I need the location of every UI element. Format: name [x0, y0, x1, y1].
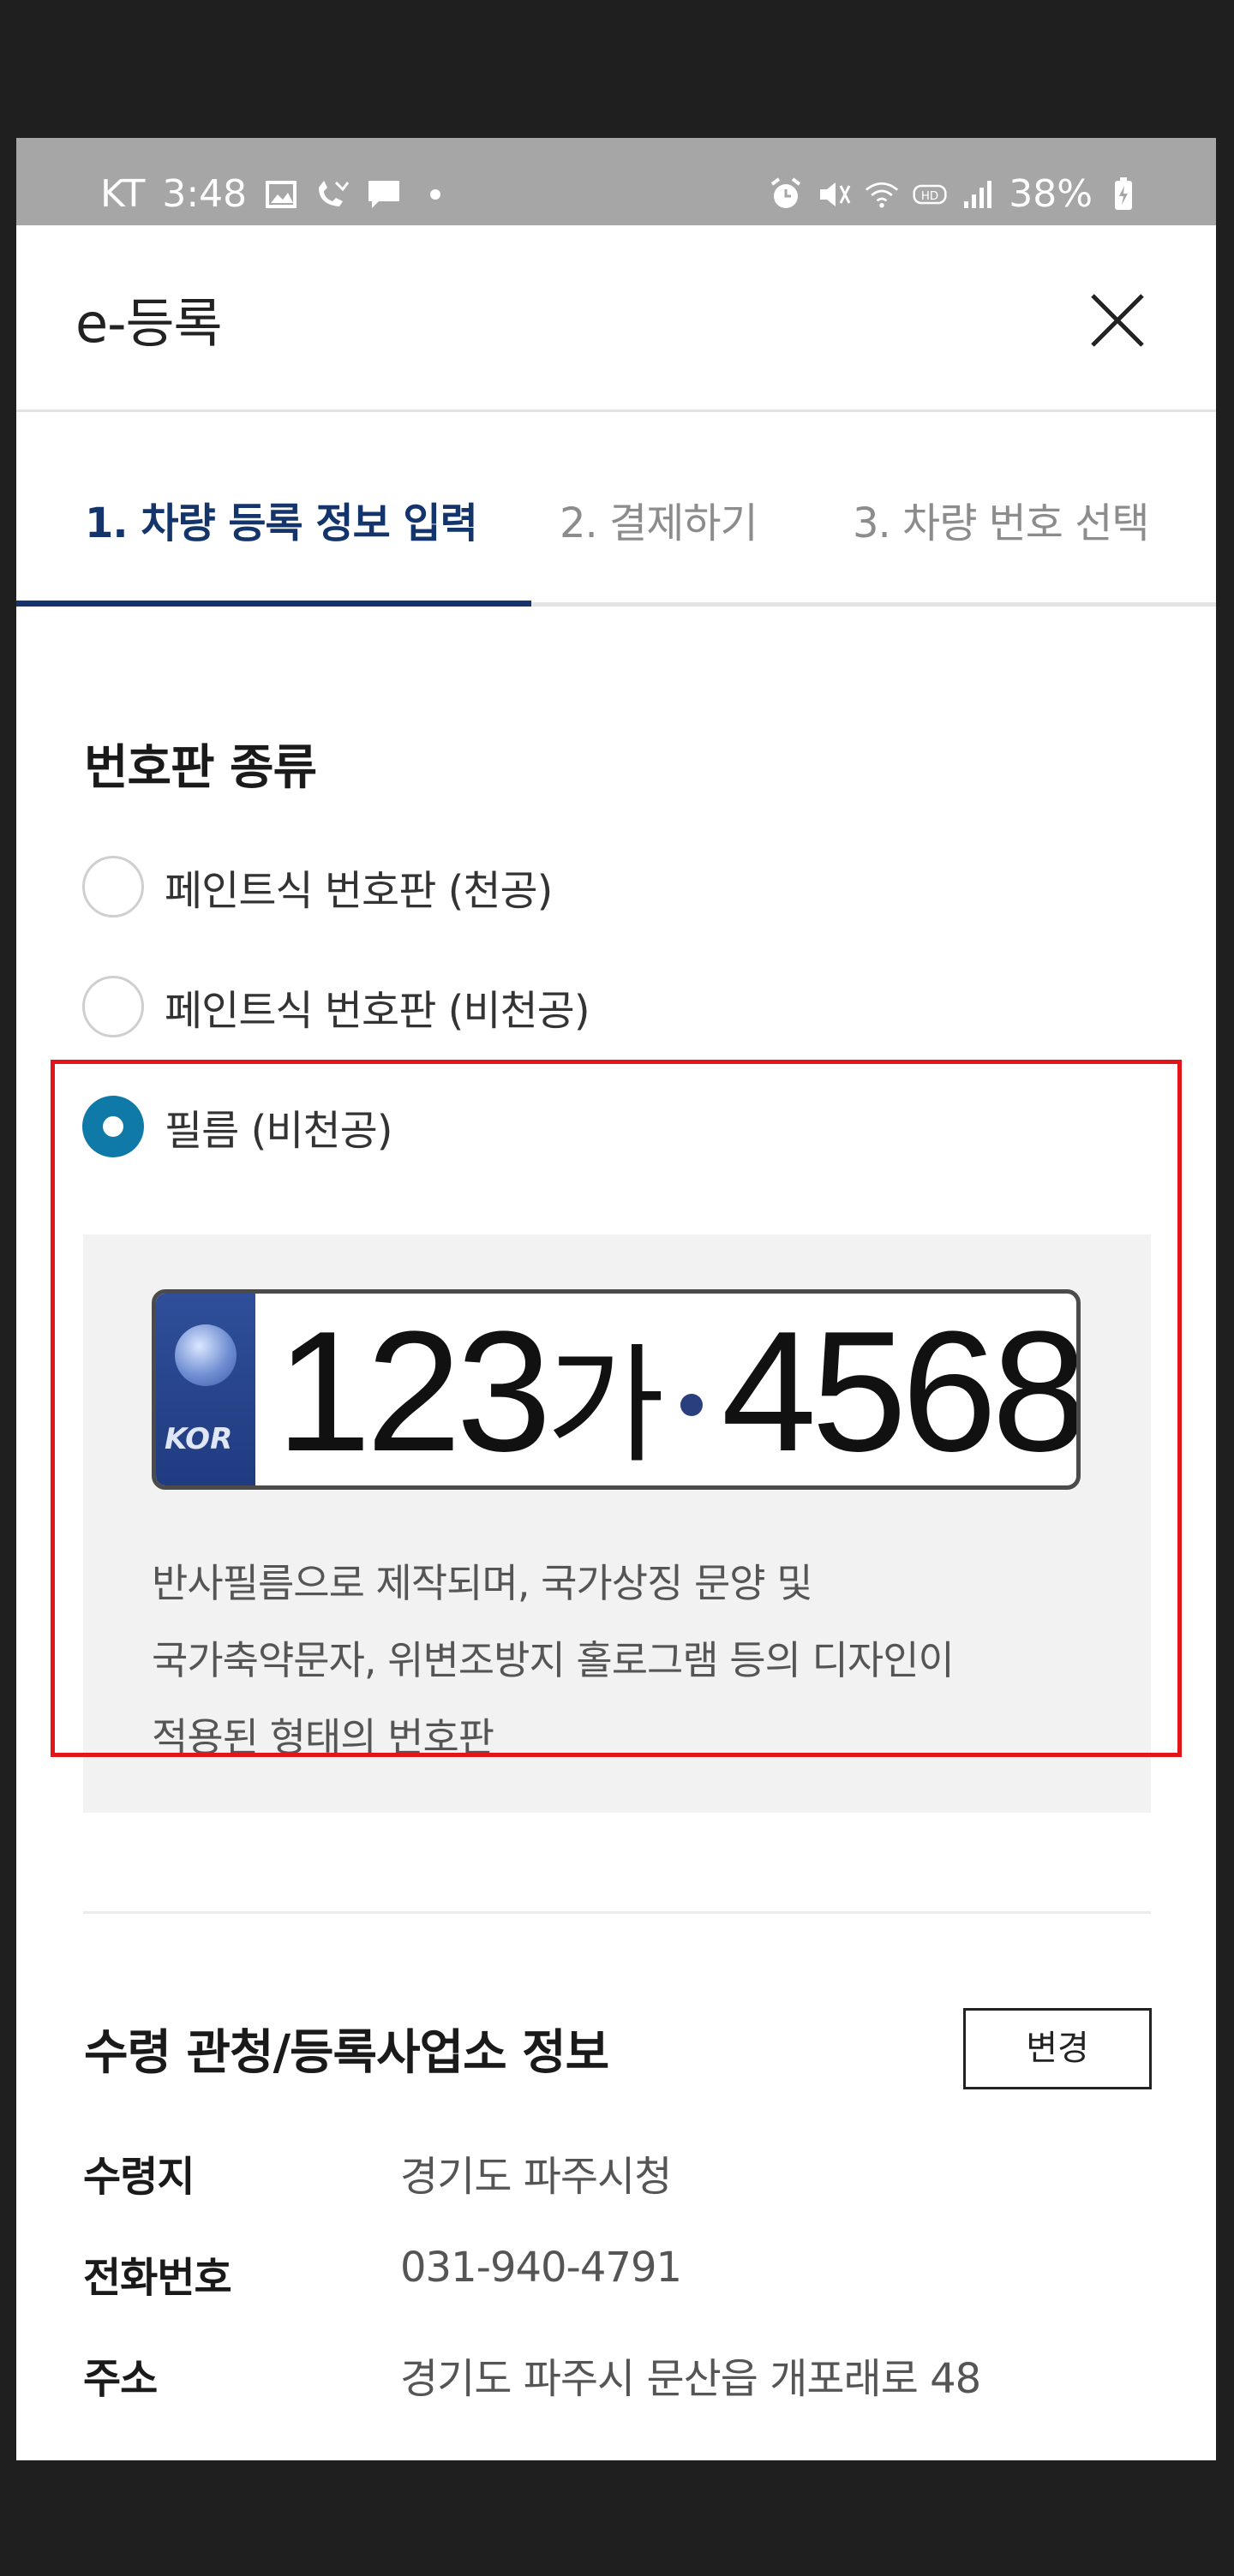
battery-icon [1106, 176, 1141, 212]
status-right: HD 38% [769, 172, 1141, 216]
message-icon [367, 177, 401, 212]
close-icon [1091, 294, 1144, 347]
time-label: 3:48 [162, 172, 248, 216]
hd-icon: HD [913, 177, 947, 212]
section-divider [83, 1911, 1151, 1914]
wifi-icon [865, 177, 899, 212]
notification-dot-icon [430, 188, 441, 200]
svg-text:HD: HD [921, 189, 938, 202]
radio-icon[interactable] [82, 976, 144, 1037]
tab-step-1[interactable]: 1. 차량 등록 정보 입력 [85, 489, 478, 549]
alarm-icon [769, 176, 803, 212]
phone-screen: KT 3:48 HD 38% e-등록 1. 차량 등록 정보 입력 2. 결제… [16, 138, 1216, 2460]
info-label: 주소 [83, 2355, 158, 2403]
plate-option-painted-non-perforated[interactable]: 페인트식 번호판 (비천공) [82, 976, 590, 1037]
battery-label: 38% [1009, 172, 1093, 216]
image-icon [264, 177, 298, 212]
radio-icon[interactable] [82, 856, 144, 917]
tab-step-3[interactable]: 3. 차량 번호 선택 [853, 489, 1150, 549]
app-header: e-등록 [16, 225, 1216, 412]
radio-label: 페인트식 번호판 (비천공) [165, 987, 590, 1035]
info-value: 경기도 파주시청 [400, 2153, 672, 2201]
carrier-label: KT [100, 172, 146, 216]
status-bar: KT 3:48 HD 38% [16, 138, 1216, 225]
plate-type-title: 번호판 종류 [84, 740, 317, 796]
info-label: 수령지 [83, 2153, 195, 2201]
info-label: 전화번호 [83, 2254, 232, 2302]
close-button[interactable] [1089, 292, 1146, 349]
step-tabs: 1. 차량 등록 정보 입력 2. 결제하기 3. 차량 번호 선택 [16, 412, 1216, 607]
page-title: e-등록 [75, 292, 223, 355]
office-info-title: 수령 관청/등록사업소 정보 [84, 2025, 609, 2081]
info-value: 031-940-4791 [400, 2244, 682, 2292]
radio-label: 페인트식 번호판 (천공) [165, 867, 553, 915]
mute-icon [817, 177, 851, 212]
selection-highlight-box [51, 1060, 1182, 1757]
change-office-button[interactable]: 변경 [963, 2008, 1152, 2089]
info-value: 경기도 파주시 문산읍 개포래로 48 [400, 2355, 981, 2403]
missed-call-icon [315, 177, 350, 212]
tab-active-indicator [16, 601, 531, 607]
plate-option-painted-perforated[interactable]: 페인트식 번호판 (천공) [82, 856, 553, 917]
signal-icon [961, 177, 995, 212]
status-left: KT 3:48 [100, 172, 441, 216]
tab-step-2[interactable]: 2. 결제하기 [560, 489, 758, 549]
